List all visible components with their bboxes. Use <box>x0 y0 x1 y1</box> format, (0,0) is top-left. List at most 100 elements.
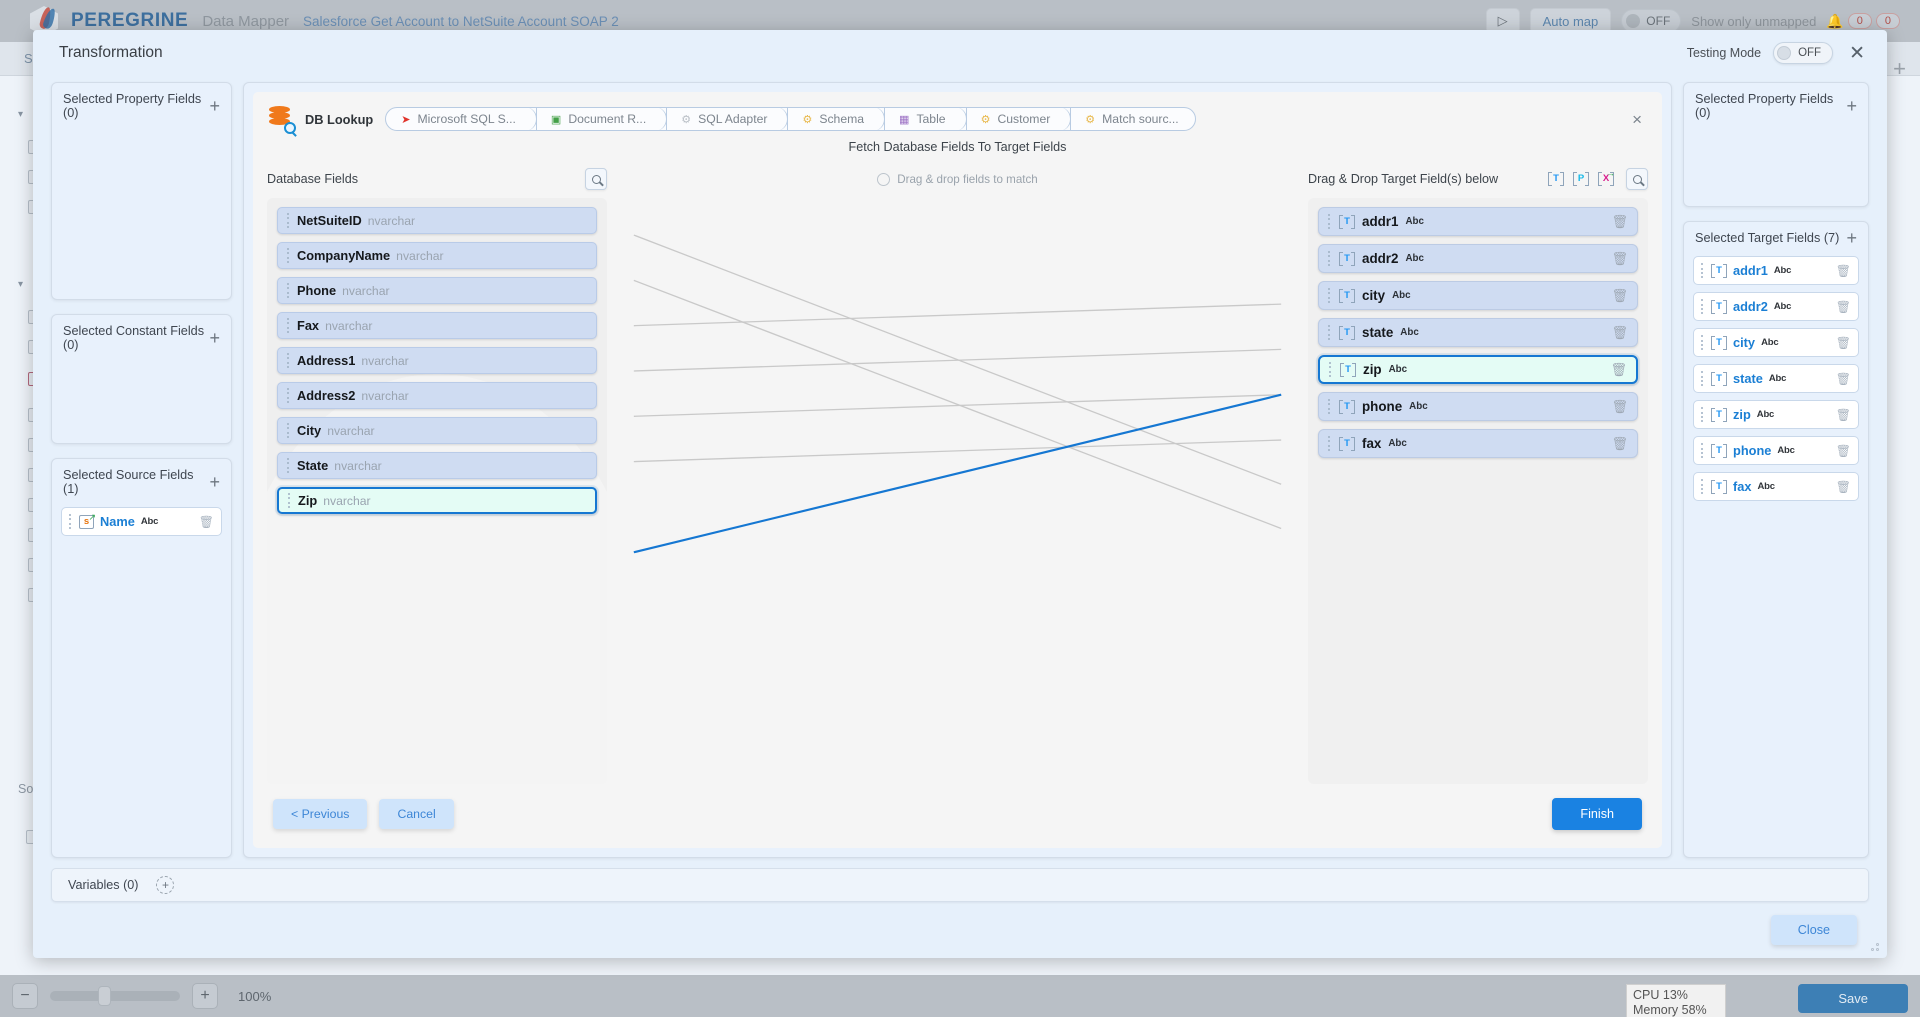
list-item[interactable]: T city Abc 🗑 <box>1318 281 1638 310</box>
breadcrumb-item-sql-server[interactable]: ➤ Microsoft SQL S... <box>385 107 537 131</box>
drag-handle-icon[interactable] <box>287 423 291 438</box>
list-item[interactable]: Address2 nvarchar <box>277 382 597 409</box>
previous-button[interactable]: < Previous <box>273 799 368 829</box>
trash-icon[interactable]: 🗑 <box>1836 444 1851 458</box>
close-button[interactable]: Close <box>1770 915 1857 945</box>
trash-icon[interactable]: 🗑 <box>1611 288 1628 304</box>
trash-icon[interactable]: 🗑 <box>1836 372 1851 386</box>
property-field-icon[interactable]: P <box>1573 172 1589 186</box>
breadcrumb-item-schema[interactable]: ⚙ Schema <box>787 107 886 131</box>
drag-handle-icon[interactable] <box>287 353 291 368</box>
list-item[interactable]: T state Abc 🗑 <box>1693 364 1859 394</box>
trash-icon[interactable]: 🗑 <box>1611 436 1628 452</box>
breadcrumb-item-match-source[interactable]: ⚙ Match sourc... <box>1070 107 1196 131</box>
drag-handle-icon[interactable] <box>1329 362 1333 377</box>
list-item[interactable]: s ↗ Name Abc 🗑 <box>61 507 222 536</box>
trash-icon[interactable]: 🗑 <box>1611 251 1628 267</box>
breadcrumb-item-table[interactable]: ▦ Table <box>884 107 967 131</box>
search-icon[interactable] <box>1626 168 1648 190</box>
zoom-slider[interactable] <box>50 986 180 1006</box>
list-item[interactable]: T phone Abc 🗑 <box>1318 392 1638 421</box>
drag-handle-icon[interactable] <box>1328 251 1332 266</box>
drag-handle-icon[interactable] <box>1328 325 1332 340</box>
list-item[interactable]: T addr2 Abc 🗑 <box>1693 292 1859 322</box>
trash-icon[interactable]: 🗑 <box>1611 399 1628 415</box>
trash-icon[interactable]: 🗑 <box>1836 264 1851 278</box>
trash-icon[interactable]: 🗑 <box>1836 408 1851 422</box>
list-item[interactable]: T addr2 Abc 🗑 <box>1318 244 1638 273</box>
list-item[interactable]: T addr1 Abc 🗑 <box>1693 256 1859 286</box>
plus-icon[interactable]: + <box>209 329 220 348</box>
close-icon[interactable]: ✕ <box>1845 42 1869 65</box>
drag-handle-icon[interactable] <box>1701 263 1705 279</box>
list-item[interactable]: NetSuiteID nvarchar <box>277 207 597 234</box>
drag-handle-icon[interactable] <box>69 514 73 529</box>
drag-handle-icon[interactable] <box>1701 407 1705 423</box>
plus-icon[interactable]: + <box>209 97 220 116</box>
add-panel-button[interactable]: + <box>1893 58 1906 80</box>
drag-handle-icon[interactable] <box>287 248 291 263</box>
list-item[interactable]: CompanyName nvarchar <box>277 242 597 269</box>
resize-handle[interactable] <box>1871 943 1881 953</box>
db-lookup-node: DB Lookup <box>267 105 373 137</box>
plus-icon[interactable]: + <box>1846 97 1857 116</box>
zoom-slider-thumb[interactable] <box>98 986 111 1006</box>
drag-handle-icon[interactable] <box>287 318 291 333</box>
expression-field-icon[interactable]: X → <box>1598 169 1615 186</box>
breadcrumb-item-document[interactable]: ▣ Document R... <box>535 107 668 131</box>
list-item[interactable]: T addr1 Abc 🗑 <box>1318 207 1638 236</box>
cancel-button[interactable]: Cancel <box>379 799 454 829</box>
list-item[interactable]: T fax Abc 🗑 <box>1318 429 1638 458</box>
list-item[interactable]: City nvarchar <box>277 417 597 444</box>
drag-handle-icon[interactable] <box>1701 479 1705 495</box>
plus-icon[interactable]: + <box>209 473 220 492</box>
drag-handle-icon[interactable] <box>287 213 291 228</box>
list-item[interactable]: T fax Abc 🗑 <box>1693 472 1859 502</box>
list-item[interactable]: State nvarchar <box>277 452 597 479</box>
trash-icon[interactable]: 🗑 <box>1610 362 1627 378</box>
trash-icon[interactable]: 🗑 <box>199 515 214 529</box>
trash-icon[interactable]: 🗑 <box>1836 300 1851 314</box>
zoom-in-button[interactable]: + <box>192 983 218 1009</box>
search-icon[interactable] <box>585 168 607 190</box>
breadcrumb-item-customer[interactable]: ⚙ Customer <box>965 107 1072 131</box>
drag-handle-icon[interactable] <box>287 458 291 473</box>
list-item[interactable]: T state Abc 🗑 <box>1318 318 1638 347</box>
plus-icon[interactable]: + <box>156 876 175 894</box>
target-field-icon: T <box>1711 299 1727 314</box>
list-item[interactable]: Fax nvarchar <box>277 312 597 339</box>
drag-handle-icon[interactable] <box>288 493 292 508</box>
list-item-selected[interactable]: T zip Abc 🗑 <box>1318 355 1638 384</box>
drag-handle-icon[interactable] <box>1701 335 1705 351</box>
list-item[interactable]: T zip Abc 🗑 <box>1693 400 1859 430</box>
chevron-down-icon: ▾ <box>18 108 24 120</box>
list-item[interactable]: T phone Abc 🗑 <box>1693 436 1859 466</box>
drag-handle-icon[interactable] <box>1701 299 1705 315</box>
drag-handle-icon[interactable] <box>1328 214 1332 229</box>
zoom-percent: 100% <box>238 988 272 1004</box>
drag-handle-icon[interactable] <box>1328 436 1332 451</box>
plus-icon[interactable]: + <box>1846 229 1857 248</box>
list-item[interactable]: Address1 nvarchar <box>277 347 597 374</box>
finish-button[interactable]: Finish <box>1552 798 1642 830</box>
drag-handle-icon[interactable] <box>1328 399 1332 414</box>
list-item[interactable]: T city Abc 🗑 <box>1693 328 1859 358</box>
trash-icon[interactable]: 🗑 <box>1611 214 1628 230</box>
text-field-icon[interactable]: T <box>1548 172 1564 186</box>
drag-handle-icon[interactable] <box>1328 288 1332 303</box>
trash-icon[interactable]: 🗑 <box>1611 325 1628 341</box>
notifications[interactable]: 🔔 0 0 <box>1826 13 1900 30</box>
trash-icon[interactable]: 🗑 <box>1836 336 1851 350</box>
trash-icon[interactable]: 🗑 <box>1836 480 1851 494</box>
drag-handle-icon[interactable] <box>1701 371 1705 387</box>
drag-handle-icon[interactable] <box>1701 443 1705 459</box>
drag-handle-icon[interactable] <box>287 283 291 298</box>
testing-mode-toggle[interactable]: OFF <box>1773 42 1834 64</box>
drag-handle-icon[interactable] <box>287 388 291 403</box>
zoom-out-button[interactable]: − <box>12 983 38 1009</box>
list-item-selected[interactable]: Zip nvarchar <box>277 487 597 514</box>
close-icon[interactable]: × <box>1626 111 1648 128</box>
breadcrumb-item-sql-adapter[interactable]: ⚙ SQL Adapter <box>666 107 789 131</box>
list-item[interactable]: Phone nvarchar <box>277 277 597 304</box>
save-button[interactable]: Save <box>1798 984 1908 1013</box>
